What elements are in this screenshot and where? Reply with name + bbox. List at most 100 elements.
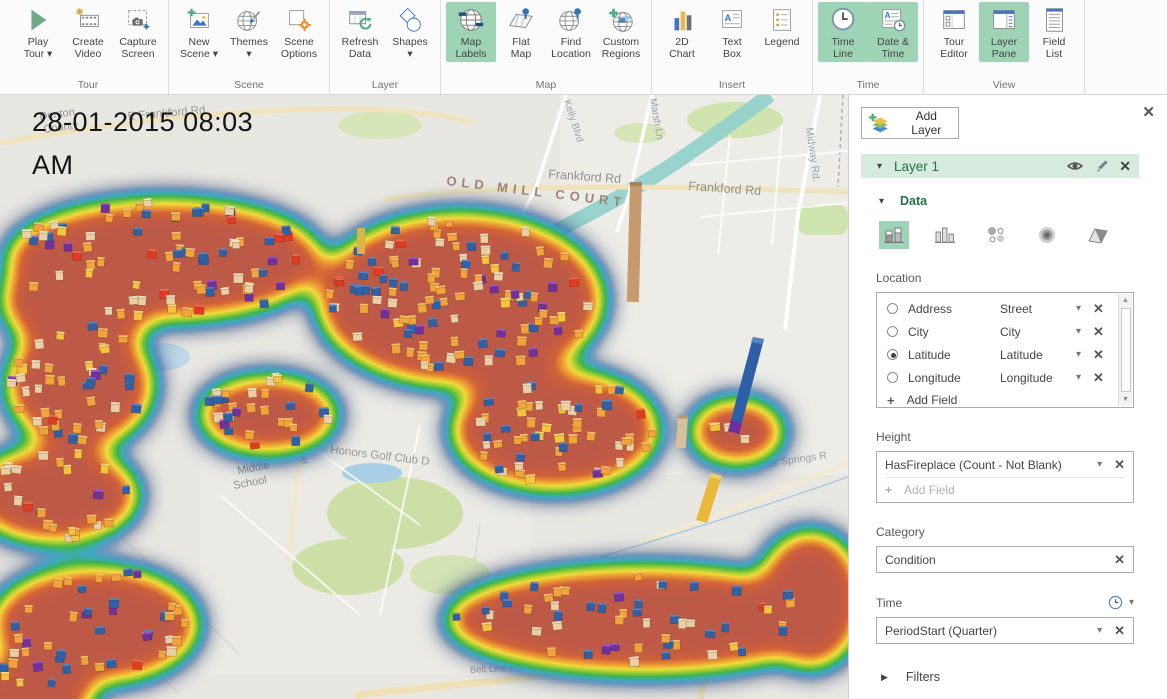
time-options-chevron-icon[interactable]: ▾ bbox=[1129, 597, 1134, 608]
refresh-data-button[interactable]: Refresh Data bbox=[335, 2, 385, 62]
themes-button[interactable]: Themes ▾ bbox=[224, 2, 274, 62]
legend-button[interactable]: Legend bbox=[757, 2, 807, 50]
chevron-down-icon[interactable]: ▾ bbox=[1076, 372, 1081, 383]
height-add-field[interactable]: Add Field bbox=[904, 483, 1125, 497]
group-label-insert: Insert bbox=[657, 78, 807, 94]
text-box-icon: A bbox=[717, 5, 747, 35]
date-time-icon: A bbox=[878, 5, 908, 35]
capture-screen-button[interactable]: Capture Screen bbox=[113, 2, 163, 62]
remove-field-icon[interactable]: ✕ bbox=[1093, 347, 1104, 363]
remove-time-field-icon[interactable]: ✕ bbox=[1114, 623, 1125, 639]
remove-field-icon[interactable]: ✕ bbox=[1093, 301, 1104, 317]
custom-regions-button[interactable]: Custom Regions bbox=[596, 2, 646, 62]
location-type-radio[interactable] bbox=[887, 372, 898, 383]
chevron-down-icon[interactable]: ▾ bbox=[1097, 459, 1102, 470]
ribbon-group-view: Tour Editor Layer Pane bbox=[924, 0, 1085, 94]
location-label: Location bbox=[876, 271, 1167, 285]
2d-chart-icon bbox=[667, 5, 697, 35]
scene-options-icon bbox=[284, 5, 314, 35]
add-field-row[interactable]: + Add Field bbox=[887, 389, 1117, 411]
shapes-icon bbox=[395, 5, 425, 35]
filters-section[interactable]: ▶ Filters bbox=[881, 670, 1167, 684]
play-tour-button[interactable]: Play Tour ▾ bbox=[13, 2, 63, 62]
tour-editor-button[interactable]: Tour Editor bbox=[929, 2, 979, 62]
scroll-up-icon[interactable]: ▲ bbox=[1122, 294, 1129, 307]
location-field-value[interactable]: Latitude bbox=[1000, 348, 1076, 362]
category-field-value[interactable]: Condition bbox=[885, 553, 1102, 567]
location-row: LongitudeLongitude▾✕ bbox=[887, 366, 1117, 389]
category-label: Category bbox=[876, 525, 1167, 539]
map-labels-button[interactable]: Map Labels bbox=[446, 2, 496, 62]
text-box-button[interactable]: A Text Box bbox=[707, 2, 757, 62]
ribbon-group-layer: Refresh Data Shapes ▾ Layer bbox=[330, 0, 441, 94]
date-time-button[interactable]: A Date & Time bbox=[868, 2, 918, 62]
remove-field-icon[interactable]: ✕ bbox=[1093, 324, 1104, 340]
clustered-column-viz-button[interactable] bbox=[930, 221, 960, 249]
scene-options-button[interactable]: Scene Options bbox=[274, 2, 324, 62]
data-section-header[interactable]: ▾ Data bbox=[879, 194, 1167, 208]
location-field-value[interactable]: Longitude bbox=[1000, 371, 1076, 385]
svg-text:A: A bbox=[885, 11, 891, 20]
location-type-label: City bbox=[908, 325, 1000, 339]
scroll-thumb[interactable] bbox=[1121, 308, 1131, 392]
time-field-value[interactable]: PeriodStart (Quarter) bbox=[885, 624, 1097, 638]
location-type-label: Latitude bbox=[908, 348, 1000, 362]
location-scrollbar[interactable]: ▲ ▼ bbox=[1118, 294, 1132, 406]
time-label: Time bbox=[876, 596, 1108, 610]
rename-pencil-icon[interactable] bbox=[1094, 159, 1109, 174]
2d-chart-button[interactable]: 2D Chart bbox=[657, 2, 707, 62]
datetime-overlay: 28-01-2015 08:03 AM bbox=[32, 101, 253, 187]
new-scene-icon bbox=[184, 5, 214, 35]
heatmap-viz-button[interactable] bbox=[1032, 221, 1062, 249]
flat-map-button[interactable]: Flat Map bbox=[496, 2, 546, 62]
flat-map-icon bbox=[506, 5, 536, 35]
chevron-down-icon[interactable]: ▾ bbox=[1076, 303, 1081, 314]
chevron-down-icon[interactable]: ▾ bbox=[1076, 326, 1081, 337]
map-viewport[interactable]: DentonCountyE Frankford RdFrankford RdFr… bbox=[0, 95, 848, 699]
location-field-value[interactable]: City bbox=[1000, 325, 1076, 339]
new-scene-button[interactable]: New Scene ▾ bbox=[174, 2, 224, 62]
group-label-view: View bbox=[929, 78, 1079, 94]
close-icon[interactable]: ✕ bbox=[1142, 103, 1155, 121]
location-field-value[interactable]: Street bbox=[1000, 302, 1076, 316]
collapse-data-icon[interactable]: ▾ bbox=[879, 196, 884, 207]
height-field-value[interactable]: HasFireplace (Count - Not Blank) bbox=[885, 458, 1097, 472]
visibility-eye-icon[interactable] bbox=[1066, 159, 1084, 173]
find-location-button[interactable]: Find Location bbox=[546, 2, 596, 62]
chevron-down-icon[interactable]: ▾ bbox=[1076, 349, 1081, 360]
chevron-down-icon[interactable]: ▾ bbox=[1097, 625, 1102, 636]
time-line-icon bbox=[828, 5, 858, 35]
remove-height-field-icon[interactable]: ✕ bbox=[1114, 457, 1125, 473]
location-row: CityCity▾✕ bbox=[887, 320, 1117, 343]
add-layer-button[interactable]: Add Layer bbox=[861, 107, 959, 139]
filters-label: Filters bbox=[906, 670, 940, 684]
field-list-icon bbox=[1039, 5, 1069, 35]
expand-filters-icon[interactable]: ▶ bbox=[881, 672, 888, 683]
location-listbox: AddressStreet▾✕CityCity▾✕LatitudeLatitud… bbox=[876, 292, 1134, 408]
remove-category-field-icon[interactable]: ✕ bbox=[1114, 552, 1125, 568]
field-list-button[interactable]: Field List bbox=[1029, 2, 1079, 62]
collapse-layer-icon[interactable]: ▾ bbox=[877, 161, 882, 172]
location-type-label: Address bbox=[908, 302, 1000, 316]
layer-pane-button[interactable]: Layer Pane bbox=[979, 2, 1029, 62]
add-icon: + bbox=[887, 393, 895, 408]
layer-pane-icon bbox=[989, 5, 1019, 35]
remove-field-icon[interactable]: ✕ bbox=[1093, 370, 1104, 386]
time-line-button[interactable]: Time Line bbox=[818, 2, 868, 62]
location-type-radio[interactable] bbox=[887, 349, 898, 360]
delete-layer-icon[interactable]: ✕ bbox=[1119, 158, 1131, 175]
create-video-button[interactable]: Create Video bbox=[63, 2, 113, 62]
svg-text:A: A bbox=[725, 13, 732, 23]
layer-header[interactable]: ▾ Layer 1 ✕ bbox=[861, 154, 1139, 178]
region-viz-button[interactable] bbox=[1083, 221, 1113, 249]
shapes-button[interactable]: Shapes ▾ bbox=[385, 2, 435, 62]
location-row: AddressStreet▾ ✕ bbox=[887, 297, 1117, 320]
bubble-viz-button[interactable] bbox=[981, 221, 1011, 249]
location-type-radio[interactable] bbox=[887, 326, 898, 337]
refresh-data-icon bbox=[345, 5, 375, 35]
clock-icon[interactable] bbox=[1108, 595, 1123, 610]
location-type-radio[interactable] bbox=[887, 303, 898, 314]
scroll-down-icon[interactable]: ▼ bbox=[1122, 393, 1129, 406]
stacked-column-viz-button[interactable] bbox=[879, 221, 909, 249]
add-field-label: Add Field bbox=[907, 393, 958, 407]
